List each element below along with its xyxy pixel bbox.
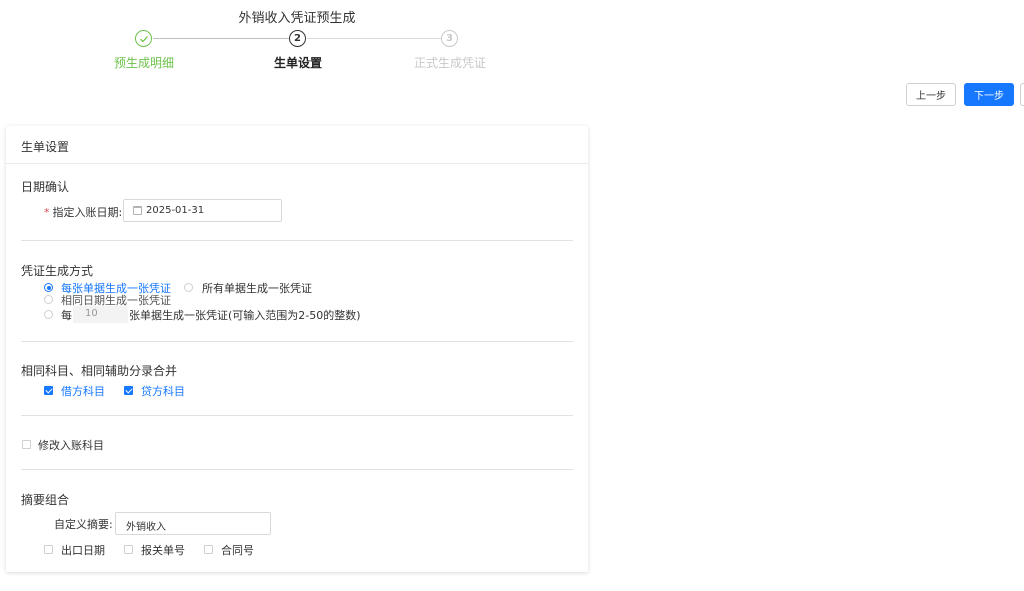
step-3-number: 3 [441, 30, 458, 47]
divider [21, 415, 573, 416]
more-button-edge[interactable] [1020, 83, 1024, 106]
radio-same-date[interactable] [44, 295, 53, 304]
summary-section-title: 摘要组合 [21, 493, 70, 507]
custom-summary-label: 自定义摘要: [54, 518, 113, 531]
credit-account-checkbox[interactable] [124, 386, 133, 395]
credit-account-label[interactable]: 贷方科目 [141, 383, 185, 399]
step-connector-2 [307, 38, 442, 39]
voucher-section-title: 凭证生成方式 [21, 264, 94, 278]
radio-per-n-documents[interactable] [44, 310, 53, 319]
calendar-icon [133, 206, 142, 215]
required-mark: * [44, 206, 50, 219]
posting-date-field[interactable]: 2025-01-31 [123, 199, 282, 222]
date-section-title: 日期确认 [21, 180, 70, 194]
step-3-label: 正式生成凭证 [413, 56, 486, 70]
customs-number-checkbox[interactable] [124, 545, 133, 554]
step-2-label: 生单设置 [273, 56, 322, 70]
next-step-button[interactable]: 下一步 [964, 83, 1014, 106]
per-n-prefix: 每 [61, 309, 72, 322]
page: 外销收入凭证预生成 2 3 预生成明细 生单设置 正式生成凭证 上一步 下一步 … [0, 0, 1024, 591]
date-label-text: 指定入账日期: [52, 206, 123, 219]
divider [21, 240, 573, 241]
modify-account-label[interactable]: 修改入账科目 [38, 437, 104, 453]
per-n-suffix: 张单据生成一张凭证(可输入范围为2-50的整数) [129, 309, 361, 322]
radio-all-documents[interactable] [184, 283, 193, 292]
divider [21, 341, 573, 342]
export-date-checkbox[interactable] [44, 545, 53, 554]
divider [21, 469, 573, 470]
export-date-label[interactable]: 出口日期 [61, 542, 105, 558]
prev-step-button[interactable]: 上一步 [906, 83, 956, 106]
per-n-count-value: 10 [85, 308, 98, 319]
modify-account-checkbox[interactable] [22, 440, 31, 449]
posting-date-value: 2025-01-31 [146, 205, 205, 216]
date-label: * 指定入账日期: [44, 204, 122, 220]
radio-per-document[interactable] [44, 283, 53, 292]
debit-account-checkbox[interactable] [44, 386, 53, 395]
card-header: 生单设置 [6, 126, 588, 164]
custom-summary-value: 外销收入 [126, 522, 166, 533]
card-title: 生单设置 [21, 140, 70, 154]
custom-summary-input[interactable]: 外销收入 [115, 512, 271, 535]
customs-number-label[interactable]: 报关单号 [141, 542, 185, 558]
step-2-number: 2 [289, 30, 306, 47]
contract-number-label[interactable]: 合同号 [221, 542, 254, 558]
debit-account-label[interactable]: 借方科目 [61, 383, 105, 399]
settings-card: 生单设置 日期确认 * 指定入账日期: 2025-01-31 凭证生成方式 每 张单… [6, 126, 588, 572]
step-1-check-icon [135, 30, 152, 47]
merge-section-title: 相同科目、相同辅助分录合并 [21, 364, 178, 378]
step-1-label: 预生成明细 [113, 56, 174, 70]
per-n-count-input[interactable]: 10 [73, 306, 128, 323]
step-connector-1 [153, 38, 289, 39]
radio-all-documents-label[interactable]: 所有单据生成一张凭证 [202, 280, 312, 296]
contract-number-checkbox[interactable] [204, 545, 213, 554]
page-title: 外销收入凭证预生成 [238, 11, 356, 26]
